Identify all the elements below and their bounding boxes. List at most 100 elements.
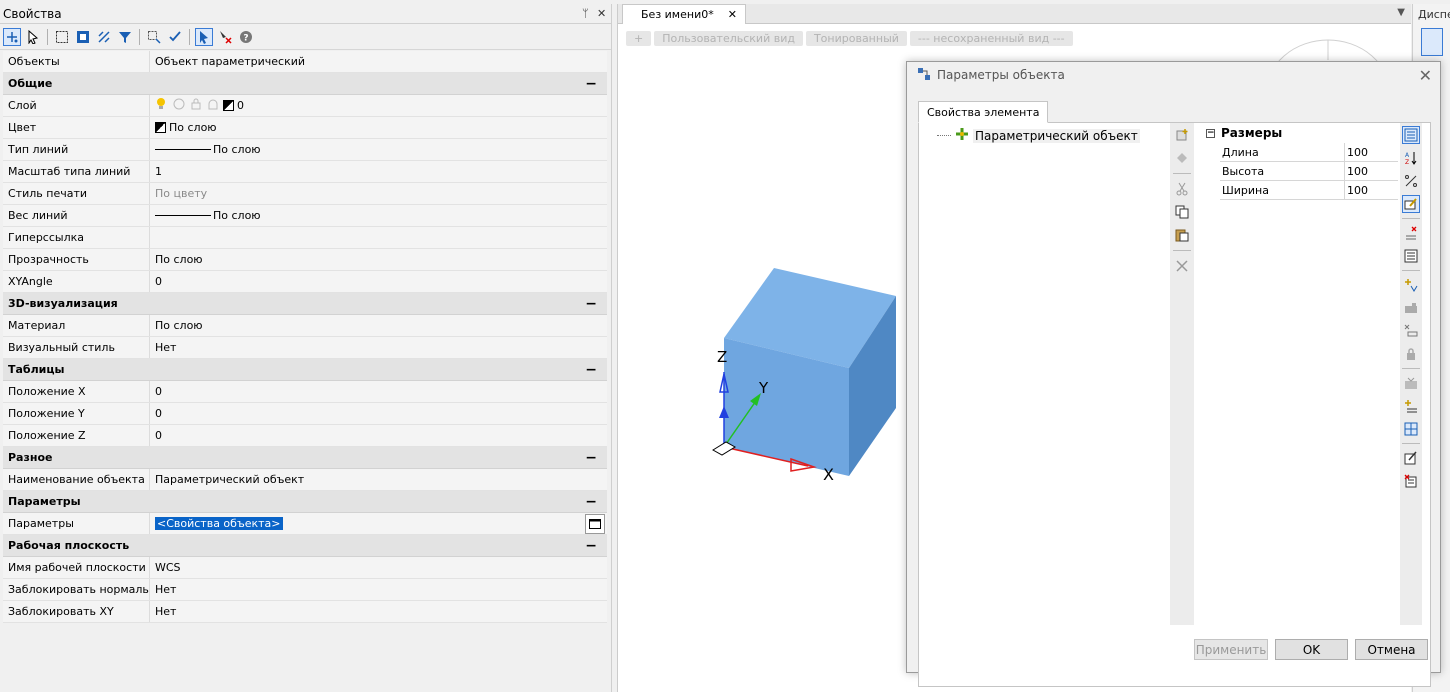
add-parameter-icon[interactable] (1402, 276, 1420, 294)
edit-properties-icon[interactable] (1402, 449, 1420, 467)
delete-properties-icon[interactable] (1402, 472, 1420, 490)
property-value[interactable]: По слою (150, 249, 607, 270)
collapse-icon[interactable]: − (585, 76, 597, 92)
edit-parameters-icon[interactable] (1402, 195, 1420, 213)
property-row[interactable]: Положение Y0 (3, 403, 607, 425)
collapse-icon[interactable]: − (585, 450, 597, 466)
property-value[interactable]: 1 (150, 161, 607, 182)
select-similar-icon[interactable] (166, 28, 184, 46)
property-value[interactable]: <Свойства объекта> (150, 513, 607, 534)
property-row[interactable]: Заблокировать нормаль Нет (3, 579, 607, 601)
property-value[interactable]: По слою (150, 117, 607, 138)
collapse-icon[interactable]: − (585, 362, 597, 378)
move-item-icon[interactable] (1174, 150, 1190, 166)
bulb-icon[interactable] (155, 97, 167, 114)
property-value[interactable]: 0 (150, 403, 607, 424)
collapse-icon[interactable]: − (585, 538, 597, 554)
section-header[interactable]: Разное − (3, 447, 607, 469)
property-row[interactable]: Заблокировать XY Нет (3, 601, 607, 623)
invert-selection-icon[interactable] (95, 28, 113, 46)
collapse-icon[interactable]: − (585, 494, 597, 510)
property-value[interactable]: Нет (150, 337, 607, 358)
section-header[interactable]: Общие − (3, 73, 607, 95)
property-row[interactable]: Прозрачность По слою (3, 249, 607, 271)
property-row[interactable]: XYAngle 0 (3, 271, 607, 293)
categorized-view-icon[interactable] (1402, 126, 1420, 144)
select-window-icon[interactable] (53, 28, 71, 46)
remove-parameter-icon[interactable] (1402, 224, 1420, 242)
collapse-icon[interactable]: − (585, 296, 597, 312)
property-row[interactable]: Материал По слою (3, 315, 607, 337)
property-row[interactable]: Положение X0 (3, 381, 607, 403)
collapse-toggle-icon[interactable]: − (1206, 128, 1215, 138)
add-item-icon[interactable] (1174, 127, 1190, 143)
deselect-icon[interactable] (216, 28, 234, 46)
property-row[interactable]: Гиперссылка (3, 227, 607, 249)
property-row[interactable]: Наименование объекта Параметрический объе… (3, 469, 607, 491)
property-row[interactable]: Цвет По слою (3, 117, 607, 139)
paste-icon[interactable] (1174, 227, 1190, 243)
property-value[interactable]: 0 (150, 381, 607, 402)
delete-icon[interactable] (1174, 258, 1190, 274)
quick-select-icon[interactable] (145, 28, 163, 46)
property-value[interactable]: По слою (150, 139, 607, 160)
pin-icon[interactable]: ᛘ (582, 7, 589, 20)
tab-element-properties[interactable]: Свойства элемента (918, 101, 1049, 123)
plot-icon[interactable] (207, 98, 219, 113)
parameter-row[interactable]: Высота 100 (1220, 162, 1398, 181)
freeze-icon[interactable] (173, 98, 185, 113)
ok-button[interactable]: OK (1275, 639, 1348, 660)
pickadd-icon[interactable] (195, 27, 213, 46)
object-properties-value[interactable]: <Свойства объекта> (155, 517, 283, 530)
lock-icon[interactable] (190, 98, 202, 113)
property-row[interactable]: Тип линий По слою (3, 139, 607, 161)
select-pointer-icon[interactable] (24, 28, 42, 46)
property-value[interactable]: 0 (150, 271, 607, 292)
section-header[interactable]: Рабочая плоскость − (3, 535, 607, 557)
property-value[interactable]: По слою (150, 205, 607, 226)
manager-tab-icon[interactable] (1421, 28, 1443, 56)
formula-icon[interactable] (1402, 172, 1420, 190)
section-header[interactable]: Параметры − (3, 491, 607, 513)
property-row[interactable]: Параметры <Свойства объекта> (3, 513, 607, 535)
apply-button[interactable]: Применить (1194, 639, 1268, 660)
tree-item[interactable]: Параметрический объект (937, 127, 1140, 144)
table-parameter-icon[interactable] (1402, 374, 1420, 392)
property-value[interactable]: По цвету (150, 183, 607, 204)
property-row[interactable]: Визуальный стиль Нет (3, 337, 607, 359)
parameter-value[interactable]: 100 (1345, 181, 1398, 199)
property-row[interactable]: Вес линий По слою (3, 205, 607, 227)
property-row[interactable]: Слой 0 (3, 95, 607, 117)
property-row[interactable]: Стиль печати По цвету (3, 183, 607, 205)
property-value[interactable]: Нет (150, 579, 607, 600)
parameters-group-header[interactable]: − Размеры (1203, 123, 1398, 143)
property-value[interactable]: Объект параметрический (150, 51, 607, 72)
property-value[interactable]: Параметрический объект (150, 469, 607, 490)
parameter-row[interactable]: Ширина 100 (1220, 181, 1398, 200)
property-value[interactable]: 0 (150, 425, 607, 446)
sort-az-icon[interactable]: AZ (1402, 149, 1420, 167)
grid-parameter-icon[interactable] (1402, 420, 1420, 438)
section-header[interactable]: Таблицы − (3, 359, 607, 381)
copy-icon[interactable] (1174, 204, 1190, 220)
lock-icon[interactable] (1402, 345, 1420, 363)
close-icon[interactable]: ✕ (1419, 66, 1432, 85)
property-value[interactable]: Нет (150, 601, 607, 622)
parameter-list-icon[interactable] (1402, 247, 1420, 265)
property-value[interactable] (150, 227, 607, 248)
property-value[interactable]: По слою (150, 315, 607, 336)
section-header[interactable]: 3D-визуализация − (3, 293, 607, 315)
parameter-value[interactable]: 100 (1345, 162, 1398, 180)
clear-parameter-icon[interactable] (1402, 322, 1420, 340)
parameter-folder-icon[interactable] (1402, 299, 1420, 317)
property-value[interactable]: 0 (150, 95, 607, 116)
add-to-selection-icon[interactable] (3, 27, 21, 46)
insert-parameter-icon[interactable] (1402, 397, 1420, 415)
parameter-value[interactable]: 100 (1345, 143, 1398, 161)
property-row[interactable]: Положение Z0 (3, 425, 607, 447)
filter-icon[interactable] (116, 28, 134, 46)
parameter-row[interactable]: Длина 100 (1220, 143, 1398, 162)
select-all-icon[interactable] (74, 28, 92, 46)
property-value[interactable]: WCS (150, 557, 607, 578)
property-row[interactable]: Масштаб типа линий 1 (3, 161, 607, 183)
